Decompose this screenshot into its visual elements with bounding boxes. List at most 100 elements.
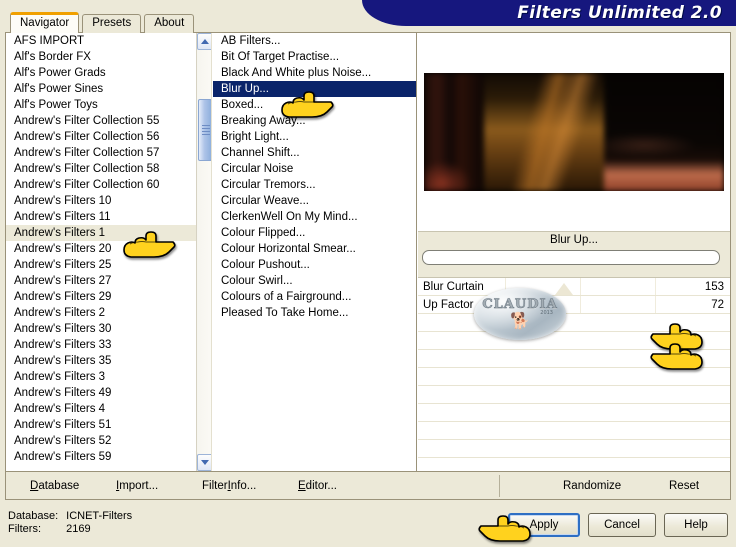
filter-list-item[interactable]: Circular Noise bbox=[213, 161, 416, 177]
preview-zone-left bbox=[424, 73, 484, 191]
category-list-item[interactable]: Alf's Power Toys bbox=[6, 97, 211, 113]
action-randomize-button[interactable]: Randomize bbox=[563, 472, 621, 499]
slider-thumb-icon[interactable] bbox=[555, 283, 574, 295]
filter-list-item[interactable]: Pleased To Take Home... bbox=[213, 305, 416, 321]
parameter-row-empty bbox=[418, 368, 730, 386]
action-reset-button[interactable]: Reset bbox=[669, 472, 699, 499]
category-list-item[interactable]: Andrew's Filters 3 bbox=[6, 369, 211, 385]
category-list-item[interactable]: Alf's Power Sines bbox=[6, 81, 211, 97]
parameter-row-empty bbox=[418, 458, 730, 471]
slider-gradation bbox=[580, 296, 582, 313]
category-list-item[interactable]: Andrew's Filters 51 bbox=[6, 417, 211, 433]
scroll-down-button[interactable] bbox=[197, 454, 211, 471]
category-list-item[interactable]: Andrew's Filter Collection 60 bbox=[6, 177, 211, 193]
category-list-item[interactable]: Andrew's Filters 29 bbox=[6, 289, 211, 305]
category-list-item[interactable]: Andrew's Filters 10 bbox=[6, 193, 211, 209]
filter-list-item[interactable]: Circular Tremors... bbox=[213, 177, 416, 193]
category-list-item[interactable]: Andrew's Filters 33 bbox=[6, 337, 211, 353]
parameter-row-empty bbox=[418, 350, 730, 368]
action-database-button[interactable]: Database bbox=[30, 472, 79, 499]
category-list-item[interactable]: Andrew's Filters 27 bbox=[6, 273, 211, 289]
tab-navigator[interactable]: Navigator bbox=[10, 12, 80, 33]
filter-list-items: AB Filters... Bit Of Target Practise... Bl… bbox=[213, 33, 416, 321]
tab-presets-label: Presets bbox=[92, 17, 132, 30]
preset-name-input[interactable] bbox=[422, 250, 720, 265]
filter-list-item[interactable]: Circular Weave... bbox=[213, 193, 416, 209]
scroll-up-button[interactable] bbox=[197, 33, 211, 50]
category-list-item[interactable]: Andrew's Filter Collection 58 bbox=[6, 161, 211, 177]
filter-header: Blur Up... bbox=[418, 231, 730, 269]
category-list-item[interactable]: Andrew's Filter Collection 56 bbox=[6, 129, 211, 145]
category-list-item[interactable]: AFS IMPORT bbox=[6, 33, 211, 49]
tab-about[interactable]: About bbox=[144, 14, 195, 33]
parameter-row-empty bbox=[418, 440, 730, 458]
category-list-item[interactable]: Andrew's Filter Collection 57 bbox=[6, 145, 211, 161]
action-bar-separator bbox=[499, 475, 500, 497]
slider-gradation bbox=[655, 278, 657, 295]
action-editor-button[interactable]: Editor... bbox=[298, 472, 337, 499]
filter-list-item[interactable]: AB Filters... bbox=[213, 33, 416, 49]
parameter-rows: Blur Curtain 153 Up Factor 72 CLAUDIA 2013 … bbox=[418, 278, 730, 471]
category-list-item[interactable]: Alf's Power Grads bbox=[6, 65, 211, 81]
filter-list-item[interactable]: ClerkenWell On My Mind... bbox=[213, 209, 416, 225]
parameter-row-empty bbox=[418, 332, 730, 350]
parameter-slider-rows: Blur Curtain 153 Up Factor 72 bbox=[418, 278, 730, 471]
filter-list-item[interactable]: Bit Of Target Practise... bbox=[213, 49, 416, 65]
parameter-row[interactable]: Up Factor 72 bbox=[418, 296, 730, 314]
filter-list[interactable]: AB Filters... Bit Of Target Practise... Bl… bbox=[213, 33, 417, 471]
category-list-item[interactable]: Andrew's Filters 2 bbox=[6, 305, 211, 321]
category-list-scrollbar[interactable] bbox=[196, 33, 211, 471]
scrollbar-thumb[interactable] bbox=[198, 99, 211, 161]
parameter-label: Blur Curtain bbox=[423, 281, 484, 293]
category-list-item[interactable]: Andrew's Filters 4 bbox=[6, 401, 211, 417]
category-list[interactable]: AFS IMPORT Alf's Border FX Alf's Power Gra… bbox=[6, 33, 212, 471]
filter-list-item[interactable]: Colour Horizontal Smear... bbox=[213, 241, 416, 257]
filters-unlimited-window: Filters Unlimited 2.0 Navigator Presets … bbox=[0, 0, 736, 547]
status-info: Database: ICNET-Filters Filters: 2169 bbox=[8, 510, 132, 536]
category-list-item[interactable]: Andrew's Filter Collection 55 bbox=[6, 113, 211, 129]
category-list-item[interactable]: Andrew's Filters 52 bbox=[6, 433, 211, 449]
category-list-item[interactable]: Andrew's Filters 30 bbox=[6, 321, 211, 337]
category-list-item[interactable]: Andrew's Filters 49 bbox=[6, 385, 211, 401]
help-button[interactable]: Help bbox=[664, 513, 728, 537]
parameter-value: 153 bbox=[704, 281, 724, 293]
filter-list-item[interactable]: Black And White plus Noise... bbox=[213, 65, 416, 81]
filter-list-item[interactable]: Colours of a Fairground... bbox=[213, 289, 416, 305]
filter-list-item[interactable]: Blur Up... bbox=[213, 81, 416, 97]
filter-list-item[interactable]: Colour Flipped... bbox=[213, 225, 416, 241]
category-list-item[interactable]: Andrew's Filters 59 bbox=[6, 449, 211, 465]
action-import-button[interactable]: Import... bbox=[116, 472, 158, 499]
category-list-item[interactable]: Andrew's Filters 1 bbox=[6, 225, 211, 241]
title-banner-curve bbox=[346, 0, 406, 26]
category-list-item[interactable]: Andrew's Filters 20 bbox=[6, 241, 211, 257]
preview-image-content bbox=[424, 73, 724, 191]
filter-list-item[interactable]: Boxed... bbox=[213, 97, 416, 113]
category-list-item[interactable]: Andrew's Filters 11 bbox=[6, 209, 211, 225]
tab-navigator-label: Navigator bbox=[20, 17, 70, 30]
dog-icon: 🐕 bbox=[510, 313, 530, 330]
preview-area[interactable] bbox=[418, 33, 730, 231]
action-filterinfo-button[interactable]: Filter Info... bbox=[202, 472, 256, 499]
filter-list-item[interactable]: Breaking Away... bbox=[213, 113, 416, 129]
filters-count-value: 2169 bbox=[66, 523, 91, 535]
tab-presets[interactable]: Presets bbox=[82, 14, 142, 33]
parameter-label: Up Factor bbox=[423, 299, 474, 311]
action-bar: Database Import... Filter Info... Editor...… bbox=[5, 472, 731, 500]
parameter-row[interactable]: Blur Curtain 153 bbox=[418, 278, 730, 296]
filter-list-item[interactable]: Channel Shift... bbox=[213, 145, 416, 161]
parameter-row-empty bbox=[418, 386, 730, 404]
filter-list-item[interactable]: Colour Swirl... bbox=[213, 273, 416, 289]
filter-list-item[interactable]: Bright Light... bbox=[213, 129, 416, 145]
cancel-button[interactable]: Cancel bbox=[588, 513, 656, 537]
category-list-item[interactable]: Alf's Border FX bbox=[6, 49, 211, 65]
preview-image[interactable] bbox=[424, 73, 724, 191]
filter-header-spacer bbox=[418, 269, 730, 278]
apply-button[interactable]: Apply bbox=[508, 513, 580, 537]
slider-gradation bbox=[580, 278, 582, 295]
category-list-item[interactable]: Andrew's Filters 35 bbox=[6, 353, 211, 369]
filter-list-item[interactable]: Colour Pushout... bbox=[213, 257, 416, 273]
current-filter-name: Blur Up... bbox=[550, 234, 598, 246]
parameter-row-empty bbox=[418, 404, 730, 422]
category-list-item[interactable]: Andrew's Filters 25 bbox=[6, 257, 211, 273]
parameter-value: 72 bbox=[711, 299, 724, 311]
